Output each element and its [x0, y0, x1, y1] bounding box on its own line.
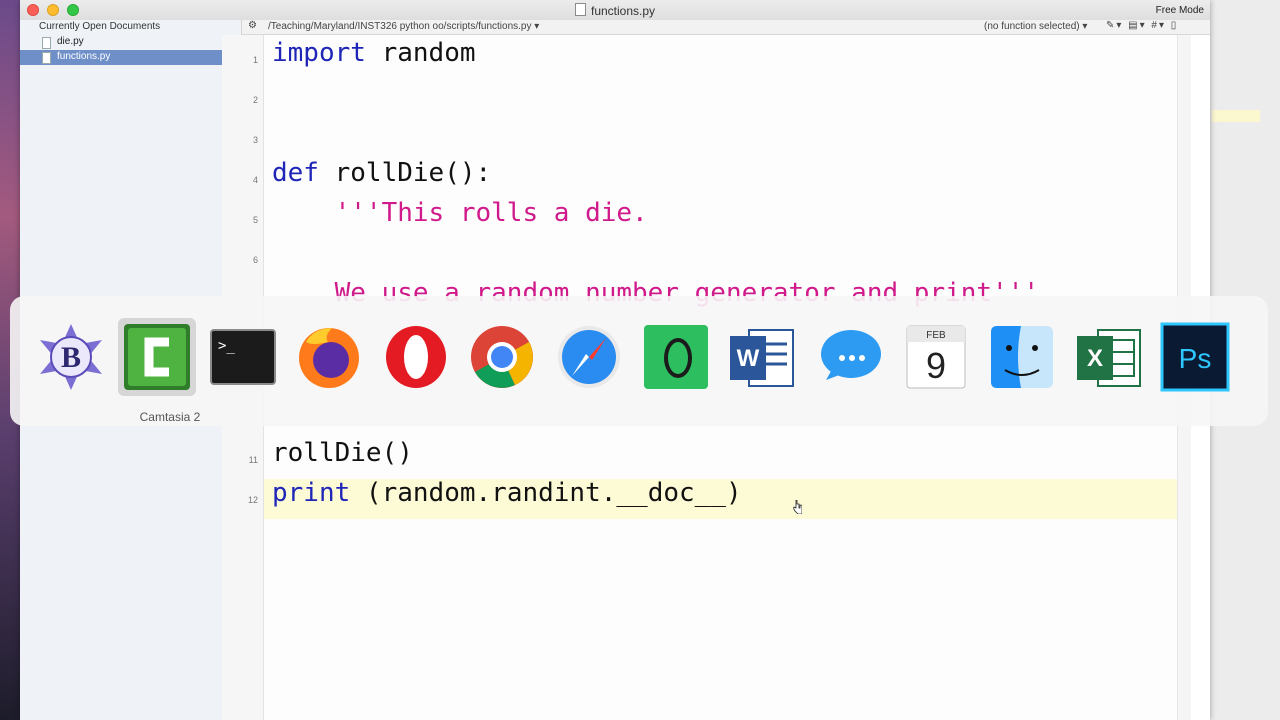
file-path-menu[interactable]: /Teaching/Maryland/INST326 python oo/scr… — [268, 21, 539, 32]
calendar-icon: FEB 9 — [906, 325, 966, 389]
code-line: '''This rolls a die. — [272, 198, 648, 228]
sidebar-doc-functions[interactable]: functions.py × — [20, 50, 241, 65]
app-evernote[interactable] — [637, 318, 715, 396]
zoom-window-button[interactable] — [67, 4, 79, 16]
line-number: 5 — [252, 215, 258, 225]
svg-text:X: X — [1087, 345, 1103, 372]
messages-icon — [821, 330, 881, 380]
sidebar-doc-label: functions.py — [57, 51, 111, 62]
code-line: import random — [272, 38, 476, 68]
app-safari[interactable] — [550, 318, 628, 396]
finder-icon — [991, 326, 1053, 388]
app-camtasia[interactable] — [118, 318, 196, 396]
selected-app-label: Camtasia 2 — [139, 410, 201, 424]
safari-icon — [558, 326, 620, 388]
window-title: functions.py — [575, 3, 655, 18]
svg-text:W: W — [737, 345, 760, 372]
app-switcher: B >_ W FEB 9 X Ps Camtasia 2 — [10, 296, 1268, 426]
app-chrome[interactable] — [463, 318, 541, 396]
app-bbedit[interactable]: B — [32, 318, 110, 396]
file-path: /Teaching/Maryland/INST326 python oo/scr… — [268, 21, 532, 32]
toolbar-icons[interactable]: ✎▾ ▤▾ #▾ ▯ — [1106, 20, 1178, 31]
app-finder[interactable] — [983, 318, 1061, 396]
firefox-icon — [299, 328, 359, 388]
app-firefox[interactable] — [290, 318, 368, 396]
excel-icon: X — [1077, 329, 1141, 387]
opera-icon — [386, 326, 446, 388]
calendar-day: 9 — [926, 345, 946, 386]
code-text: (random.randint.__doc__) — [350, 478, 742, 508]
app-opera[interactable] — [377, 318, 455, 396]
code-keyword: import — [272, 38, 366, 68]
camtasia-icon — [124, 324, 190, 390]
sidebar-doc-die[interactable]: die.py × — [20, 35, 241, 50]
code-keyword: def — [272, 158, 319, 188]
line-number: 4 — [252, 175, 258, 185]
chrome-icon — [471, 326, 533, 388]
app-calendar[interactable]: FEB 9 — [897, 318, 975, 396]
gear-icon[interactable]: ⚙ — [248, 20, 257, 31]
code-line: def rollDie(): — [272, 158, 491, 188]
sidebar-header: Currently Open Documents — [39, 21, 161, 32]
app-excel[interactable]: X — [1070, 318, 1148, 396]
line-number: 2 — [252, 95, 258, 105]
minimize-window-button[interactable] — [47, 4, 59, 16]
line-number: 3 — [252, 135, 258, 145]
code-line: rollDie() — [272, 438, 413, 468]
python-file-icon — [575, 3, 586, 16]
document-icon — [42, 37, 51, 49]
app-photoshop[interactable]: Ps — [1156, 318, 1234, 396]
line-number: 1 — [252, 55, 258, 65]
line-number: 12 — [247, 495, 258, 505]
svg-text:>_: >_ — [218, 338, 235, 354]
close-window-button[interactable] — [27, 4, 39, 16]
code-keyword: print — [272, 478, 351, 508]
title-bar[interactable]: functions.py Free Mode — [20, 0, 1210, 21]
sidebar-doc-label: die.py — [57, 36, 84, 47]
function-menu[interactable]: (no function selected) ▾ — [984, 21, 1087, 32]
hand-cursor-icon — [793, 500, 802, 514]
bbedit-icon: B — [40, 324, 102, 390]
app-word[interactable]: W — [723, 318, 801, 396]
background-highlight — [1212, 110, 1260, 122]
document-icon — [42, 52, 51, 64]
code-text: random — [365, 38, 476, 68]
app-terminal[interactable]: >_ — [204, 318, 282, 396]
terminal-icon: >_ — [210, 329, 276, 385]
svg-text:B: B — [61, 341, 81, 374]
app-messages[interactable] — [810, 318, 888, 396]
line-number: 6 — [252, 255, 258, 265]
photoshop-icon: Ps — [1160, 322, 1230, 392]
code-text: rollDie(): — [318, 158, 492, 188]
free-mode-label: Free Mode — [1155, 5, 1204, 16]
svg-text:Ps: Ps — [1179, 343, 1212, 374]
line-number: 11 — [248, 455, 258, 465]
window-title-text: functions.py — [591, 4, 656, 18]
calendar-month: FEB — [926, 330, 946, 341]
navigation-bar: ⚙ /Teaching/Maryland/INST326 python oo/s… — [242, 20, 1210, 35]
code-line: print (random.randint.__doc__) — [272, 478, 742, 508]
function-menu-label: (no function selected) — [984, 21, 1080, 32]
evernote-icon — [644, 325, 708, 389]
word-icon: W — [730, 329, 794, 387]
